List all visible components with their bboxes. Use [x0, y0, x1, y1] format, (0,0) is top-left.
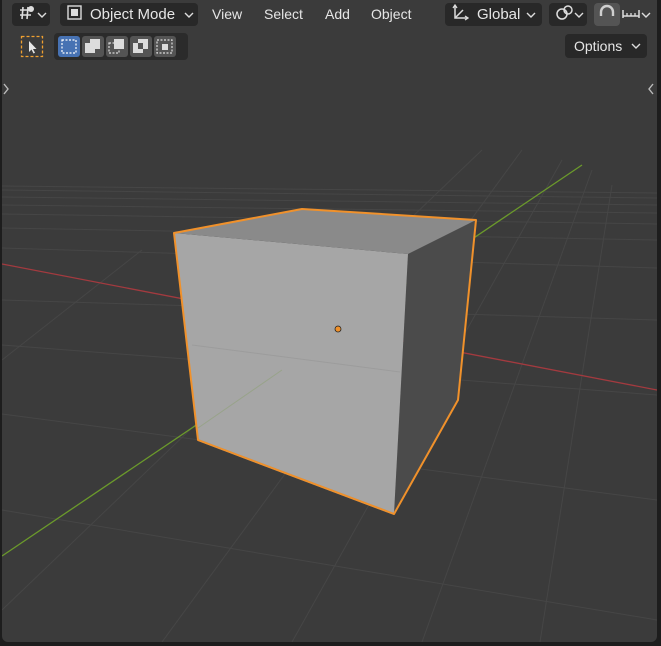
transform-orientation-icon [451, 3, 470, 26]
menu-select[interactable]: Select [260, 3, 307, 26]
pivot-point-icon [554, 4, 574, 26]
select-box-tool-button[interactable] [18, 33, 46, 60]
transform-orientation-label: Global [477, 6, 521, 23]
pivot-point-dropdown[interactable] [549, 3, 587, 26]
editor-type-button[interactable] [12, 3, 50, 26]
chevron-down-icon [184, 12, 194, 18]
select-difference-icon [133, 39, 148, 53]
options-dropdown[interactable]: Options [565, 34, 647, 58]
menu-view[interactable]: View [208, 3, 246, 26]
select-extend-icon [85, 39, 100, 53]
object-mode-label: Object Mode [90, 6, 176, 23]
select-intersect-icon [156, 39, 173, 54]
select-mode-intersect-button[interactable] [154, 36, 176, 57]
select-mode-new-button[interactable] [58, 36, 80, 57]
proportional-editing-icon [621, 4, 641, 26]
selection-mode-group [54, 33, 188, 60]
sidebar-expand-arrow-icon[interactable] [647, 82, 655, 96]
object-mode-dropdown[interactable]: Object Mode [60, 3, 198, 26]
select-new-icon [61, 39, 77, 54]
menu-add[interactable]: Add [321, 3, 354, 26]
editor-type-icon [17, 4, 37, 26]
viewport-header: Object Mode View Select Add Object Globa… [2, 0, 657, 30]
select-subtract-icon [108, 39, 124, 54]
select-mode-difference-button[interactable] [130, 36, 152, 57]
proportional-editing-dropdown[interactable] [621, 3, 657, 26]
snap-icon [598, 4, 616, 26]
chevron-down-icon [631, 43, 641, 49]
select-mode-subtract-button[interactable] [106, 36, 128, 57]
snap-toggle[interactable] [594, 3, 620, 26]
toolbar-expand-arrow-icon[interactable] [2, 82, 10, 96]
select-box-tool-icon [20, 35, 44, 58]
object-mode-icon [66, 4, 83, 25]
object-origin-dot [334, 325, 342, 333]
select-mode-extend-button[interactable] [82, 36, 104, 57]
options-label: Options [574, 38, 623, 54]
chevron-down-icon [641, 12, 651, 18]
3d-viewport[interactable]: Object Mode View Select Add Object Globa… [2, 0, 657, 642]
chevron-down-icon [37, 12, 47, 18]
cube-object[interactable] [173, 208, 477, 515]
chevron-down-icon [574, 12, 584, 18]
transform-orientation-dropdown[interactable]: Global [445, 3, 542, 26]
menu-object[interactable]: Object [367, 3, 415, 26]
chevron-down-icon [526, 12, 536, 18]
viewport-scene [2, 149, 657, 642]
